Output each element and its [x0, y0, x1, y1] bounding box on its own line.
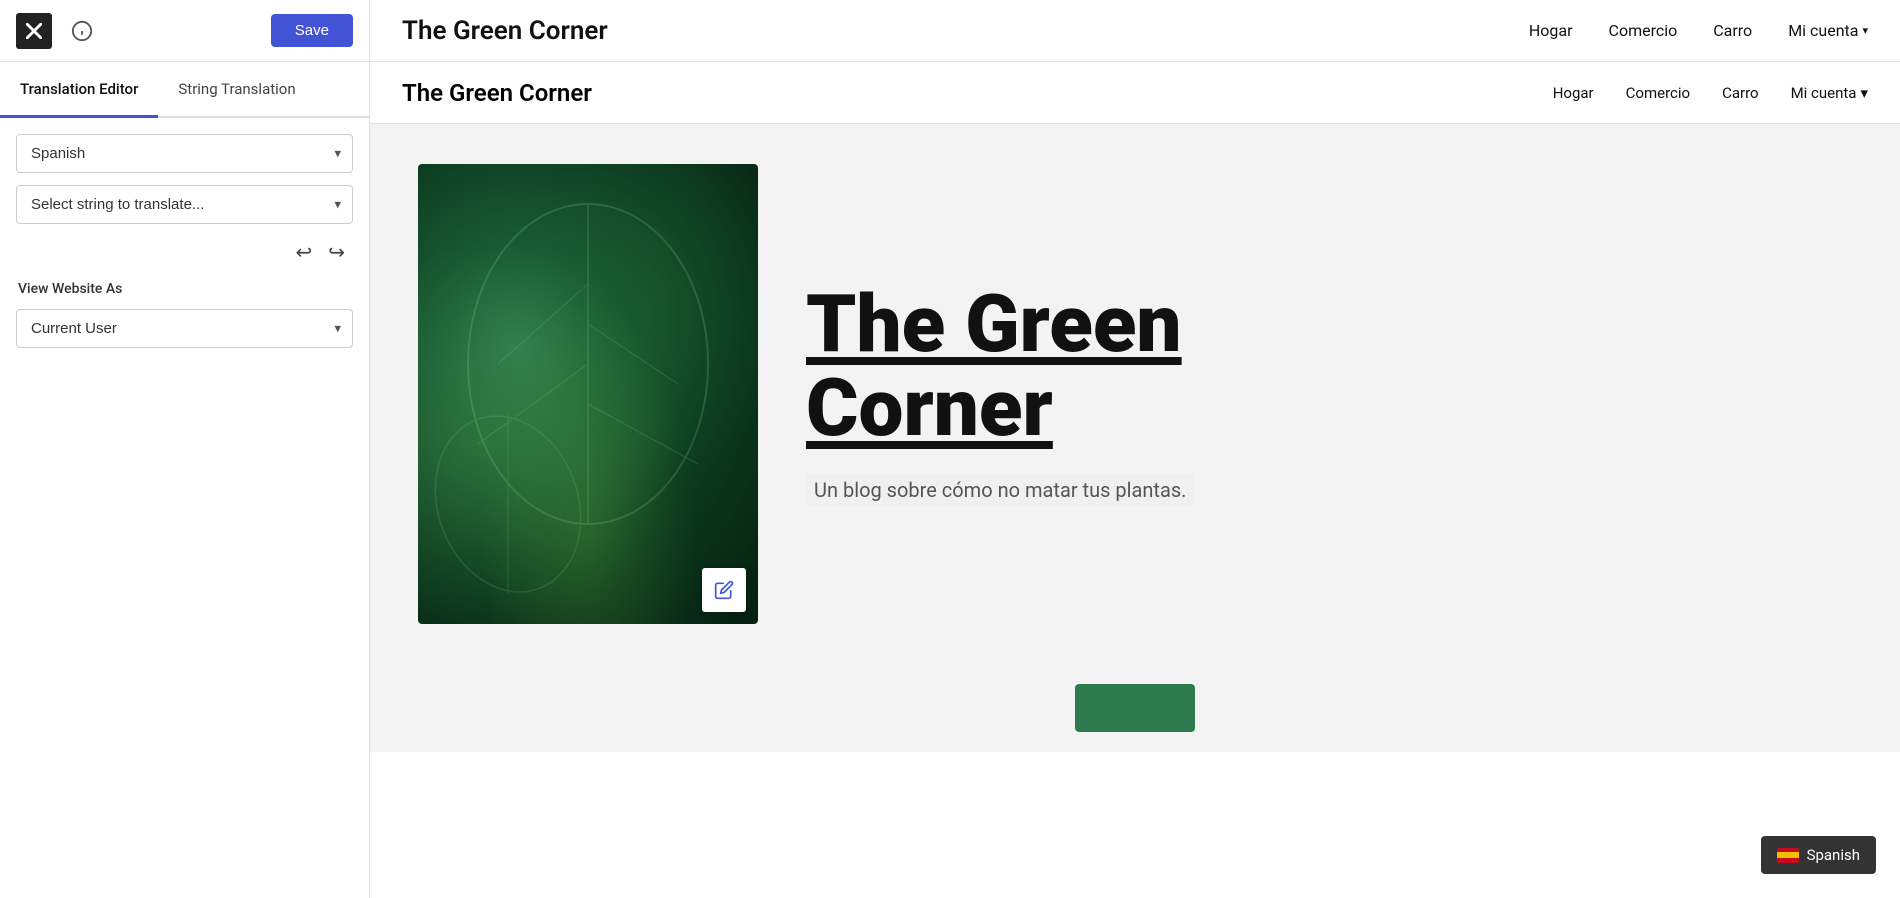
preview-nav-carro[interactable]: Carro — [1722, 84, 1759, 102]
hero-heading-line2: Corner — [806, 361, 1053, 455]
sidebar: Translation Editor String Translation Sp… — [0, 62, 370, 898]
redo-button[interactable]: ↪ — [324, 236, 349, 269]
string-select[interactable]: Select string to translate... — [16, 185, 353, 224]
view-as-select[interactable]: Current User Visitor Admin — [16, 309, 353, 348]
hero-heading-line1: The Green — [806, 277, 1182, 371]
chevron-down-icon: ▾ — [1860, 84, 1868, 102]
hero-subtitle[interactable]: Un blog sobre cómo no matar tus plantas. — [806, 474, 1194, 506]
undo-button[interactable]: ↩ — [291, 236, 316, 269]
nav-hogar[interactable]: Hogar — [1529, 21, 1573, 40]
preview-inner: The Green Corner Hogar Comercio Carro Mi… — [370, 62, 1900, 898]
topbar-right: The Green Corner Hogar Comercio Carro Mi… — [370, 16, 1900, 46]
hero-image-container — [418, 164, 758, 624]
language-select-wrapper: Spanish French German Italian ▾ — [16, 134, 353, 173]
topbar-left: Save — [0, 0, 370, 61]
edit-image-button[interactable] — [702, 568, 746, 612]
hero-heading: The Green Corner — [806, 282, 1852, 450]
preview-nav-hogar[interactable]: Hogar — [1553, 84, 1594, 102]
spanish-flag-icon — [1777, 848, 1799, 863]
save-button[interactable]: Save — [271, 14, 353, 47]
leaf-decoration — [418, 164, 758, 624]
main: Translation Editor String Translation Sp… — [0, 62, 1900, 898]
hero-section: The Green Corner Un blog sobre cómo no m… — [370, 124, 1900, 664]
nav-comercio[interactable]: Comercio — [1609, 21, 1678, 40]
topbar: Save The Green Corner Hogar Comercio Car… — [0, 0, 1900, 62]
cta-button[interactable] — [1075, 684, 1195, 732]
site-nav: The Green Corner Hogar Comercio Carro Mi… — [370, 62, 1900, 124]
close-icon — [26, 23, 42, 39]
tab-translation-editor[interactable]: Translation Editor — [0, 62, 158, 116]
sidebar-content: Spanish French German Italian ▾ Select s… — [0, 118, 369, 364]
site-title: The Green Corner — [402, 16, 608, 46]
string-select-wrapper: Select string to translate... ▾ — [16, 185, 353, 224]
preview-site-title: The Green Corner — [402, 79, 1553, 107]
preview-nav-comercio[interactable]: Comercio — [1626, 84, 1690, 102]
language-select[interactable]: Spanish French German Italian — [16, 134, 353, 173]
view-as-label: View Website As — [16, 281, 353, 297]
chevron-down-icon: ▾ — [1862, 24, 1868, 37]
nav-account[interactable]: Mi cuenta ▾ — [1788, 21, 1868, 40]
view-as-select-wrapper: Current User Visitor Admin ▾ — [16, 309, 353, 348]
language-badge-label: Spanish — [1807, 846, 1860, 864]
pencil-icon — [714, 580, 734, 600]
cta-section — [370, 664, 1900, 752]
language-badge[interactable]: Spanish — [1761, 836, 1876, 874]
sidebar-tabs: Translation Editor String Translation — [0, 62, 369, 118]
nav-links: Hogar Comercio Carro Mi cuenta ▾ — [1529, 21, 1868, 40]
close-button[interactable] — [16, 13, 52, 49]
tab-string-translation[interactable]: String Translation — [158, 62, 315, 116]
info-icon — [71, 20, 93, 42]
info-button[interactable] — [64, 13, 100, 49]
site-nav-links: Hogar Comercio Carro Mi cuenta ▾ — [1553, 84, 1868, 102]
hero-text: The Green Corner Un blog sobre cómo no m… — [806, 282, 1852, 506]
preview-nav-account[interactable]: Mi cuenta ▾ — [1791, 84, 1868, 102]
nav-carro[interactable]: Carro — [1713, 21, 1752, 40]
undo-redo-controls: ↩ ↪ — [16, 236, 353, 269]
preview-area: The Green Corner Hogar Comercio Carro Mi… — [370, 62, 1900, 898]
